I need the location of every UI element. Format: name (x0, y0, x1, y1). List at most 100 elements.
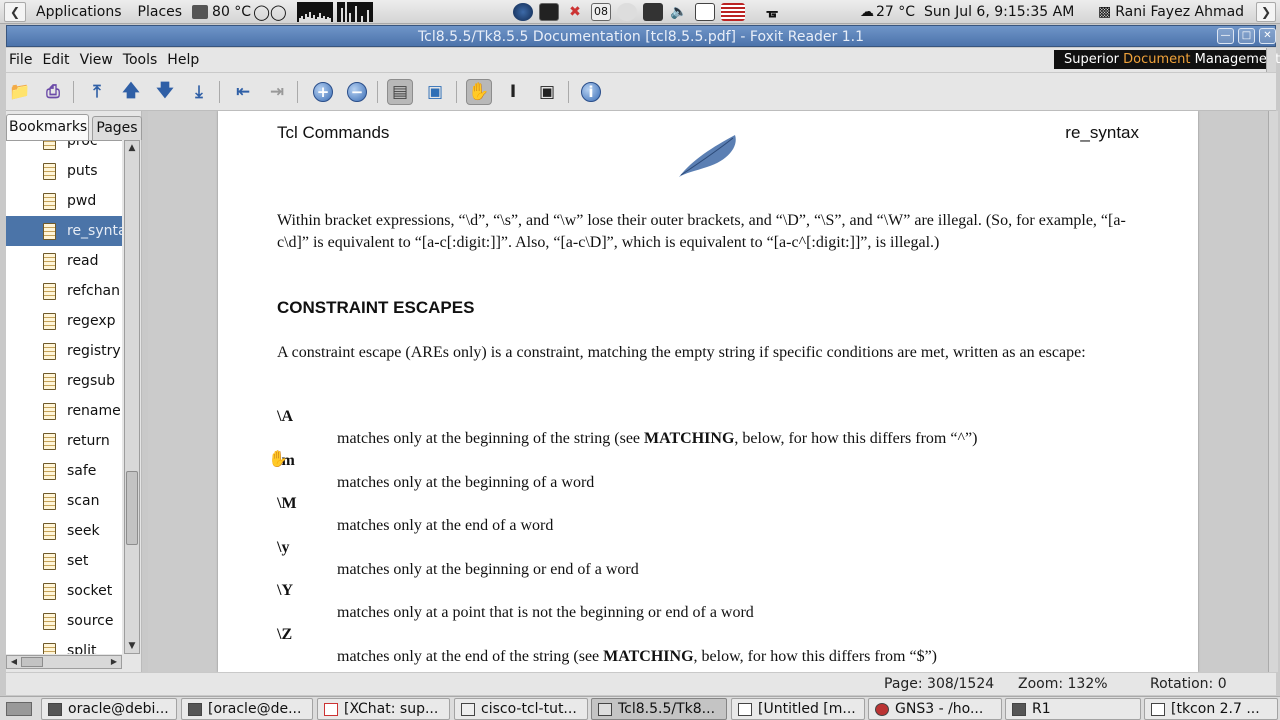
minimize-button[interactable]: — (1217, 28, 1234, 44)
task-xchat[interactable]: [XChat: sup... (317, 698, 450, 720)
menu-view[interactable]: View (77, 52, 120, 68)
weather[interactable]: ☁ 27 °C (856, 0, 919, 24)
task-r1[interactable]: R1 (1005, 698, 1141, 720)
bookmark-item-regexp[interactable]: regexp (6, 306, 122, 336)
menu-file[interactable]: File (6, 52, 39, 68)
next-page-icon[interactable]: 🡇 (152, 79, 178, 105)
terminal-icon (1012, 702, 1026, 716)
bookmark-item-registry[interactable]: registry (6, 336, 122, 366)
task-oracle-terminal[interactable]: [oracle@de... (181, 698, 313, 720)
zoom-out-icon[interactable]: − (344, 79, 370, 105)
pdf-page[interactable]: Tcl Commands re_syntax Within bracket ex… (218, 111, 1198, 672)
zoom-in-icon[interactable]: + (310, 79, 336, 105)
forward-icon[interactable]: ⇥ (264, 79, 290, 105)
document-vertical-scrollbar[interactable] (1268, 111, 1278, 672)
weather-app-icon[interactable] (617, 2, 637, 21)
task-foxit-reader[interactable]: Tcl8.5.5/Tk8... (591, 698, 727, 720)
maximize-button[interactable]: □ (1238, 28, 1255, 44)
document-icon (43, 402, 56, 420)
clipboard-icon[interactable] (695, 2, 715, 21)
scroll-up-icon[interactable]: ▲ (125, 141, 139, 155)
scroll-right-icon[interactable]: ▶ (107, 655, 121, 669)
bluetooth-icon[interactable]: ᚗ (762, 3, 782, 21)
escape-description: matches only at the end of a word (337, 517, 554, 534)
brand-accent: Document (1123, 52, 1191, 67)
panel-scroll-right[interactable]: ❯ (1252, 0, 1278, 24)
print-icon[interactable]: ⎙ (40, 79, 66, 105)
globe-icon[interactable] (513, 2, 533, 21)
task-untitled[interactable]: [Untitled [m... (731, 698, 865, 720)
bookmark-item-regsub[interactable]: regsub (6, 366, 122, 396)
task-cisco-tcl[interactable]: cisco-tcl-tut... (454, 698, 588, 720)
volume-icon[interactable]: 🔈 (669, 3, 689, 21)
open-folder-icon[interactable]: 📁 (7, 79, 33, 105)
scroll-thumb[interactable] (21, 657, 43, 667)
bookmark-item-scan[interactable]: scan (6, 486, 122, 516)
menu-scrollbar[interactable] (1266, 48, 1276, 72)
bookmark-item-socket[interactable]: socket (6, 576, 122, 606)
bookmark-item-seek[interactable]: seek (6, 516, 122, 546)
last-page-icon[interactable]: ⤓ (186, 79, 212, 105)
terminal-icon[interactable] (539, 2, 559, 21)
bookmark-item-read[interactable]: read (6, 246, 122, 276)
bookmark-vertical-scrollbar[interactable]: ▲ ▼ (124, 140, 140, 654)
hand-tool-icon[interactable]: ✋ (466, 79, 492, 105)
bookmark-item-safe[interactable]: safe (6, 456, 122, 486)
network-icon[interactable] (643, 2, 663, 21)
bookmark-list: proc puts pwd re_syntax read refchan reg… (6, 140, 122, 654)
bookmark-item-puts[interactable]: puts (6, 156, 122, 186)
bookmark-item-split[interactable]: split (6, 636, 122, 654)
bookmark-item-source[interactable]: source (6, 606, 122, 636)
bookmark-item-return[interactable]: return (6, 426, 122, 456)
bookmark-item-proc[interactable]: proc (6, 140, 122, 156)
applications-menu[interactable]: Applications (30, 0, 134, 24)
single-page-icon[interactable]: ▤ (387, 79, 413, 105)
document-view[interactable]: Tcl Commands re_syntax Within bracket ex… (148, 111, 1268, 672)
previous-page-icon[interactable]: 🡅 (118, 79, 144, 105)
calendar-icon[interactable]: 08 (591, 2, 611, 21)
menu-edit[interactable]: Edit (39, 52, 76, 68)
bookmark-item-pwd[interactable]: pwd (6, 186, 122, 216)
back-icon[interactable]: ⇤ (230, 79, 256, 105)
constraint-paragraph: A constraint escape (AREs only) is a con… (277, 344, 1086, 361)
flag-us-icon[interactable] (721, 2, 745, 21)
bookmark-item-refchan[interactable]: refchan (6, 276, 122, 306)
fit-width-icon[interactable]: ▣ (422, 79, 448, 105)
close-button[interactable]: ✕ (1259, 28, 1276, 44)
brand-banner[interactable]: Superior Document Management (1054, 50, 1280, 69)
window-title-bar[interactable]: Tcl8.5.5/Tk8.5.5 Documentation [tcl8.5.5… (6, 25, 1276, 47)
tcl-feather-logo (679, 135, 736, 177)
task-gns3[interactable]: GNS3 - /ho... (868, 698, 1002, 720)
first-page-icon[interactable]: ⤒ (84, 79, 110, 105)
text-select-icon[interactable]: I (500, 79, 526, 105)
bookmark-horizontal-scrollbar[interactable]: ◀ ▶ (6, 655, 122, 669)
show-desktop-icon[interactable] (6, 702, 32, 716)
bookmark-item-set[interactable]: set (6, 546, 122, 576)
scroll-thumb[interactable] (126, 471, 138, 545)
task-tkcon[interactable]: [tkcon 2.7 ... (1144, 698, 1278, 720)
menu-tools[interactable]: Tools (120, 52, 165, 68)
clock[interactable]: Sun Jul 6, 9:15:35 AM (920, 0, 1078, 24)
tray: ✖ 08 🔈 ᚗ (506, 0, 789, 24)
chevron-right-icon[interactable]: ❯ (1256, 1, 1277, 22)
system-monitor[interactable] (291, 0, 377, 24)
bookmark-item-re-syntax[interactable]: re_syntax (6, 216, 122, 246)
places-menu[interactable]: Places (134, 0, 189, 24)
bookmark-item-rename[interactable]: rename (6, 396, 122, 426)
bookmark-label: proc (67, 140, 98, 149)
xchat-icon (324, 702, 338, 716)
about-icon[interactable]: i (578, 79, 604, 105)
user-menu[interactable]: ▩ Rani Fayez Ahmad (1094, 0, 1248, 24)
tab-bookmarks[interactable]: Bookmarks (6, 114, 89, 140)
scroll-left-icon[interactable]: ◀ (7, 655, 21, 669)
tab-pages[interactable]: Pages (92, 116, 142, 140)
bookmark-label: rename (67, 403, 121, 419)
xchat-icon[interactable]: ✖ (565, 3, 585, 21)
scroll-down-icon[interactable]: ▼ (125, 639, 139, 653)
snapshot-icon[interactable]: ▣ (534, 79, 560, 105)
bookmark-label: source (67, 613, 114, 629)
chevron-left-icon[interactable]: ❮ (4, 1, 26, 22)
panel-scroll-left[interactable]: ❮ (0, 0, 30, 24)
task-oracle-debian[interactable]: oracle@debi... (41, 698, 177, 720)
menu-help[interactable]: Help (164, 52, 206, 68)
